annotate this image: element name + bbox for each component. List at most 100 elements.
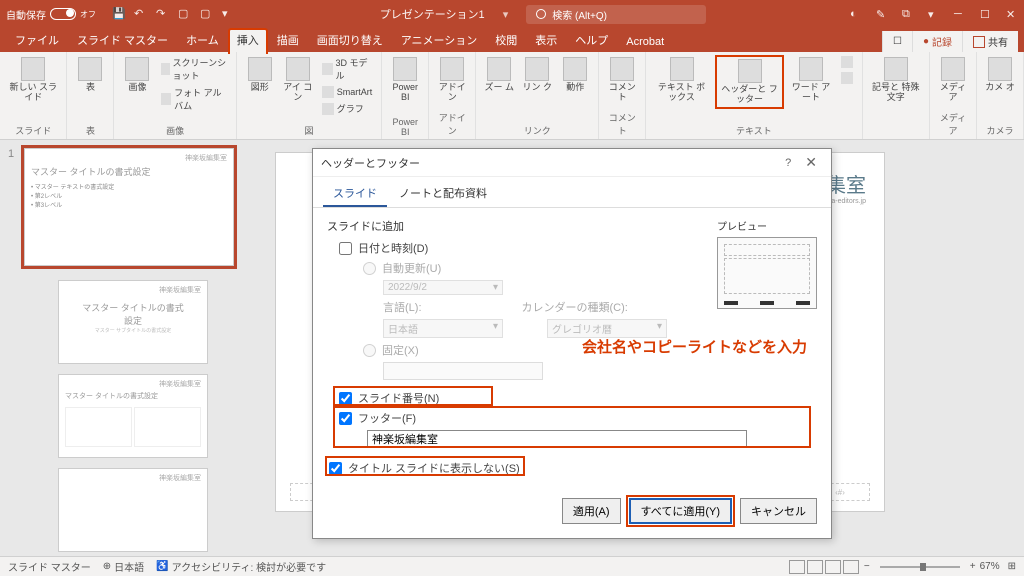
ribbon-small-button[interactable]: SmartArt	[319, 85, 376, 99]
autoupdate-label: 自動更新(U)	[382, 260, 441, 276]
qat-icon[interactable]: ▢	[200, 7, 214, 21]
ribbon-small-button[interactable]	[838, 71, 856, 85]
ribbon-button[interactable]: 表	[73, 55, 107, 95]
tab-home[interactable]: ホーム	[177, 29, 228, 52]
ribbon-icon	[610, 57, 634, 81]
tab-draw[interactable]: 描画	[268, 29, 308, 52]
maximize-icon[interactable]: ☐	[980, 8, 992, 20]
sorter-view-icon[interactable]	[807, 560, 823, 574]
ribbon-button[interactable]: コメン ト	[605, 55, 639, 105]
undo-icon[interactable]: ↶	[134, 7, 148, 21]
minimize-icon[interactable]: ─	[954, 8, 966, 20]
layout-thumb-2[interactable]: 神楽坂編集室 マスター タイトルの書式 設定 マスター サブタイトルの書式設定	[58, 280, 208, 364]
ribbon-button[interactable]: 画像	[120, 55, 154, 95]
tab-acrobat[interactable]: Acrobat	[617, 33, 673, 52]
window-icon[interactable]: ✎	[876, 8, 888, 20]
footer-label: フッター(F)	[358, 410, 416, 426]
normal-view-icon[interactable]	[789, 560, 805, 574]
share-button[interactable]: 共有	[962, 31, 1018, 52]
ribbon-button[interactable]: メディ ア	[936, 55, 970, 105]
comments-button-top[interactable]: ☐	[882, 31, 912, 52]
ribbon-small-button[interactable]: グラフ	[319, 101, 376, 116]
ribbon-icon	[884, 57, 908, 81]
master-thumb-1[interactable]: 神楽坂編集室 マスター タイトルの書式設定 • マスター テキストの書式設定 •…	[24, 148, 234, 266]
fixed-label: 固定(X)	[382, 342, 419, 358]
ribbon-button[interactable]: カメ オ	[983, 55, 1017, 95]
ribbon-small-button[interactable]: 3D モデル	[319, 55, 376, 83]
thumbnail-panel[interactable]: 1 神楽坂編集室 マスター タイトルの書式設定 • マスター テキストの書式設定…	[0, 140, 245, 556]
ribbon-button[interactable]: ズー ム	[482, 55, 516, 95]
tab-animations[interactable]: アニメーション	[392, 29, 487, 52]
footer-checkbox[interactable]	[339, 412, 352, 425]
ribbon-small-button[interactable]	[838, 55, 856, 69]
ribbon-icon	[393, 57, 417, 81]
ribbon-options-icon[interactable]: ▾	[928, 8, 940, 20]
tab-help[interactable]: ヘルプ	[566, 29, 617, 52]
status-accessibility[interactable]: ♿ アクセシビリティ: 検討が必要です	[156, 559, 326, 574]
record-button[interactable]: ● 記録	[912, 31, 962, 52]
ribbon-button[interactable]: ワード アート	[788, 55, 833, 105]
ribbon-icon	[78, 57, 102, 81]
ribbon-button[interactable]: ヘッダーと フッター	[715, 55, 785, 109]
autosave[interactable]: 自動保存 オフ	[6, 7, 96, 22]
slideshow-view-icon[interactable]	[843, 560, 859, 574]
search-box[interactable]: 検索 (Alt+Q)	[526, 5, 706, 24]
datetime-checkbox[interactable]	[339, 242, 352, 255]
ribbon-icon	[487, 57, 511, 81]
tab-insert[interactable]: 挿入	[228, 28, 268, 54]
qat-dropdown-icon[interactable]: ▾	[222, 7, 236, 21]
dialog-help-icon[interactable]: ?	[785, 157, 791, 169]
ribbon-icon	[525, 57, 549, 81]
zoom-out-icon[interactable]: −	[864, 561, 870, 572]
autosave-state: オフ	[80, 9, 96, 20]
notitle-checkbox[interactable]	[329, 462, 342, 475]
datetime-label: 日付と時刻(D)	[358, 240, 428, 256]
cancel-button[interactable]: キャンセル	[740, 498, 817, 524]
zoom-slider[interactable]	[880, 566, 960, 568]
zoom-level[interactable]: 67%	[980, 561, 1000, 572]
dialog-tab-slide[interactable]: スライド	[323, 181, 387, 207]
ribbon-icon	[563, 57, 587, 81]
ribbon-icon	[21, 57, 45, 81]
ribbon-button[interactable]: 新しい スライド	[6, 55, 60, 105]
dialog-tab-notes[interactable]: ノートと配布資料	[389, 181, 497, 207]
ribbon-small-button[interactable]: フォト アルバム	[158, 85, 229, 113]
redo-icon[interactable]: ↷	[156, 7, 170, 21]
save-icon[interactable]: 💾	[112, 7, 126, 21]
ribbon-button[interactable]: アドイ ン	[435, 55, 469, 105]
ribbon-button[interactable]: 図形	[243, 55, 277, 95]
presentation-name: プレゼンテーション1	[380, 6, 485, 22]
zoom-in-icon[interactable]: +	[970, 561, 976, 572]
status-lang[interactable]: ⊕ 日本語	[103, 559, 144, 574]
window-icon[interactable]: ⧉	[902, 8, 914, 20]
apply-all-button[interactable]: すべてに適用(Y)	[629, 498, 732, 524]
ribbon-button[interactable]: Power BI	[388, 55, 422, 105]
fit-window-icon[interactable]: ⊞	[1008, 561, 1016, 572]
dialog-close-button[interactable]: ✕	[799, 154, 823, 171]
autosave-toggle[interactable]	[50, 8, 76, 20]
close-icon[interactable]: ✕	[1006, 8, 1018, 20]
ribbon-small-button[interactable]: スクリーンショット	[158, 55, 229, 83]
ribbon-button[interactable]: 動作	[558, 55, 592, 95]
footer-input[interactable]	[367, 430, 747, 448]
tab-review[interactable]: 校閲	[486, 29, 526, 52]
status-mode: スライド マスター	[8, 559, 91, 574]
ribbon-button[interactable]: リン ク	[520, 55, 554, 95]
tab-transitions[interactable]: 画面切り替え	[308, 29, 392, 52]
ribbon-button[interactable]: 記号と 特殊文字	[869, 55, 923, 105]
ribbon-icon	[248, 57, 272, 81]
layout-thumb-3[interactable]: 神楽坂編集室 マスター タイトルの書式設定	[58, 374, 208, 458]
apply-button[interactable]: 適用(A)	[562, 498, 621, 524]
ribbon-button[interactable]: アイ コン	[281, 55, 315, 105]
layout-thumb-4[interactable]: 神楽坂編集室	[58, 468, 208, 552]
user-icon[interactable]: ◐	[850, 8, 862, 20]
ribbon-button[interactable]: テキスト ボックス	[652, 55, 711, 105]
slidenumber-checkbox[interactable]	[339, 392, 352, 405]
tab-view[interactable]: 表示	[526, 29, 566, 52]
reading-view-icon[interactable]	[825, 560, 841, 574]
tab-slide-master[interactable]: スライド マスター	[68, 29, 177, 52]
qat-icon[interactable]: ▢	[178, 7, 192, 21]
lang-select: 日本語▾	[383, 319, 503, 338]
thumb-number: 1	[8, 148, 18, 266]
tab-file[interactable]: ファイル	[6, 29, 68, 52]
